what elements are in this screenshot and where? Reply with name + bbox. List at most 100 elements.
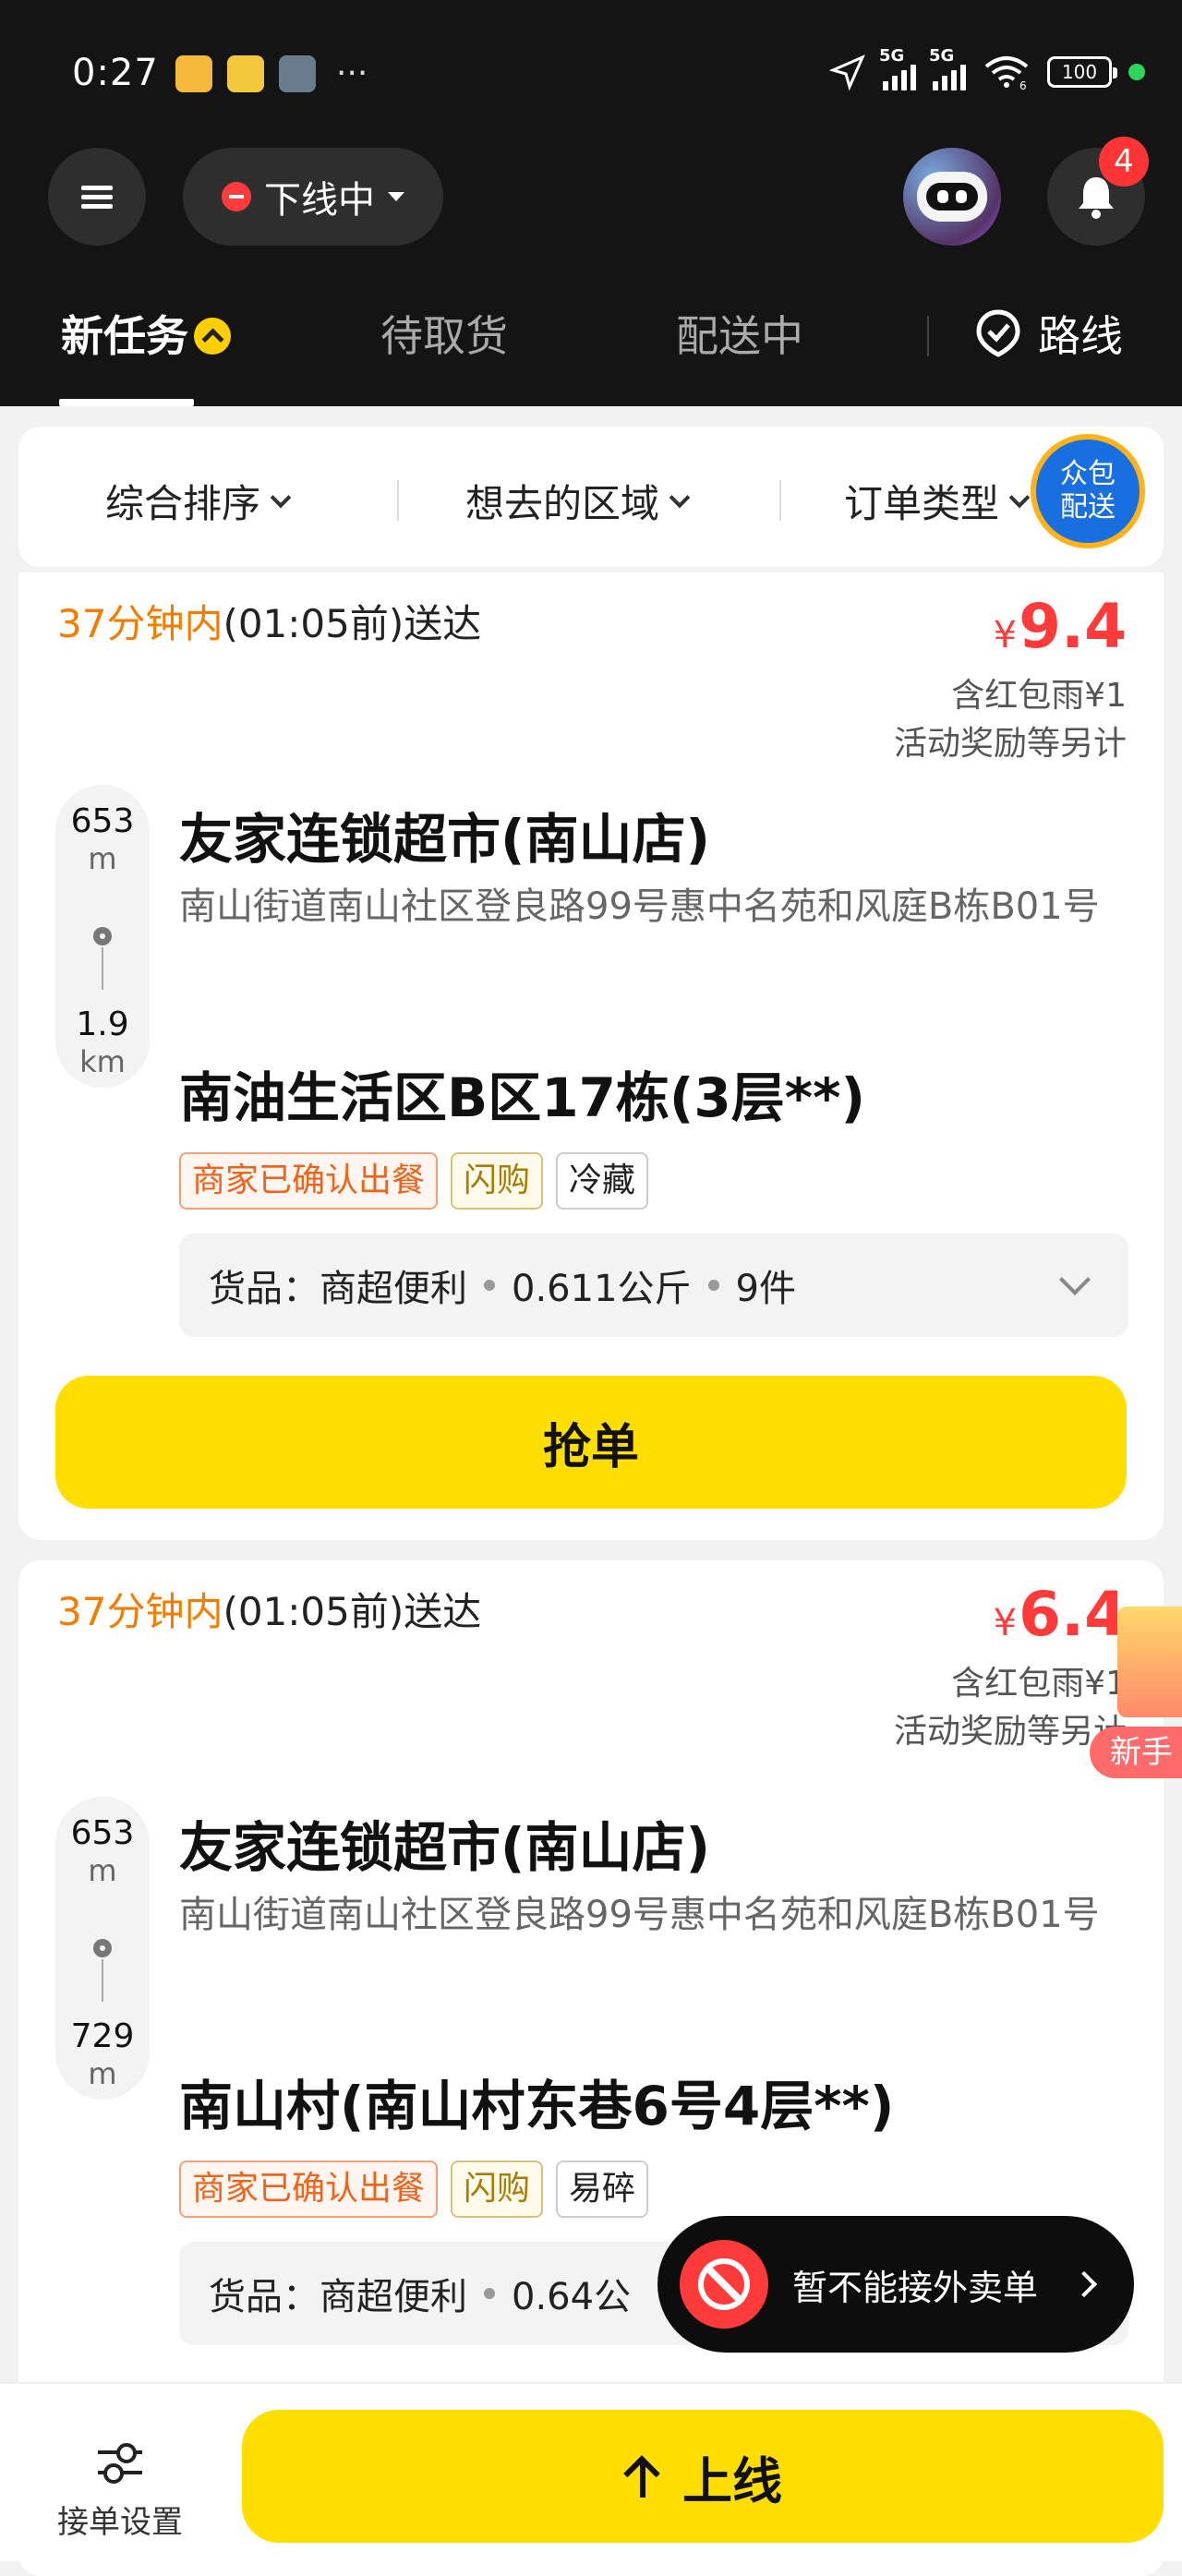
delivery-destination: 南山村(南山村东巷6号4层**): [179, 2075, 895, 2137]
red-packet-note: 含红包雨¥1: [951, 677, 1127, 715]
area-filter[interactable]: 想去的区域: [465, 473, 691, 529]
order-card[interactable]: 37分钟内(01:05前)送达 ¥9.4 含红包雨¥1 活动奖励等另计 653 m…: [18, 572, 1164, 1540]
order-settings-button[interactable]: 接单设置: [37, 2439, 203, 2542]
crowdsource-delivery-badge[interactable]: 众包 配送: [1031, 434, 1145, 548]
sort-filter[interactable]: 综合排序: [105, 473, 292, 529]
chevron-down-icon: [669, 487, 691, 508]
goods-weight: 0.611公斤: [512, 1268, 692, 1310]
status-app-icons: ···: [175, 55, 368, 92]
order-tags: 商家已确认出餐 闪购 易碎: [179, 2161, 649, 2218]
order-type-filter-label: 订单类型: [844, 481, 1000, 526]
divider: [927, 316, 929, 356]
sliders-icon: [98, 2439, 142, 2484]
bonus-note: 活动奖励等另计: [893, 725, 1127, 763]
more-notifications-icon: ···: [336, 54, 368, 92]
shop-name: 友家连锁超市(南山店): [179, 1816, 711, 1879]
order-settings-label: 接单设置: [57, 2504, 183, 2541]
menu-button[interactable]: [48, 148, 146, 246]
chevron-down-icon: [270, 487, 292, 508]
distance-to-shop: 653 m: [70, 1814, 135, 1889]
goods-weight: 0.64公: [512, 2276, 632, 2318]
crowdsource-badge-line1: 众包: [1060, 458, 1116, 490]
online-status-dropdown[interactable]: 下线中: [183, 148, 443, 246]
tools-app-icon: [279, 55, 316, 92]
toast-message: 暂不能接外卖单: [792, 2267, 1039, 2308]
shop-address: 南山街道南山社区登良路99号惠中名苑和风庭B栋B01号: [179, 885, 1100, 928]
robot-icon: [917, 172, 987, 222]
header: 下线中 4: [0, 137, 1182, 249]
delivery-app-icon: [227, 55, 264, 92]
signal-icon-2: 5G: [929, 46, 966, 90]
active-tab-indicator: [59, 399, 194, 406]
distance-to-customer: 729 m: [70, 2017, 135, 2092]
signal-icon-1: 5G: [879, 46, 916, 90]
order-type-filter[interactable]: 订单类型: [844, 473, 1031, 529]
distance-to-customer: 1.9 km: [76, 1005, 129, 1080]
waypoint-pin-icon: [93, 1939, 112, 1957]
tag-merchant-ready: 商家已确认出餐: [179, 1152, 439, 1210]
grab-order-button[interactable]: 抢单: [55, 1376, 1127, 1509]
filter-bar: 综合排序 想去的区域 订单类型: [18, 427, 1164, 567]
chevron-right-icon: [1070, 2270, 1098, 2298]
gift-icon: [1117, 1607, 1182, 1717]
arrow-up-icon: [623, 2455, 660, 2498]
distance-to-shop: 653 m: [70, 802, 135, 877]
battery-icon: 100: [1047, 56, 1117, 88]
privacy-indicator-dot: [1128, 64, 1145, 80]
prohibited-icon: [680, 2240, 768, 2329]
status-right: 5G 5G 6 100: [829, 46, 1145, 90]
newbie-label: 新手: [1090, 1727, 1182, 1778]
task-tabs: 新任务 待取货 配送中 路线: [0, 295, 1182, 406]
tab-delivering[interactable]: 配送中: [676, 303, 803, 364]
expand-chevron-icon: [1059, 1264, 1091, 1295]
wifi-icon: 6: [984, 56, 1029, 90]
separator-dot: [484, 1280, 495, 1291]
order-tags: 商家已确认出餐 闪购 冷藏: [179, 1152, 649, 1210]
tab-new-tasks[interactable]: 新任务: [61, 303, 231, 364]
tag-refrigerated: 冷藏: [556, 1152, 649, 1210]
crowdsource-badge-line2: 配送: [1060, 491, 1116, 524]
route-button[interactable]: 路线: [973, 303, 1123, 364]
notification-count-badge: 4: [1099, 137, 1149, 187]
online-status-label: 下线中: [264, 179, 375, 222]
chevron-down-icon: [1008, 487, 1031, 508]
tag-fragile: 易碎: [556, 2161, 649, 2218]
goods-category: 货品：商超便利: [209, 1268, 467, 1310]
offline-icon: [222, 182, 251, 211]
distance-indicator: 653 m 729 m: [55, 1797, 150, 2100]
delivery-destination: 南油生活区B区17栋(3层**): [179, 1066, 865, 1129]
area-filter-label: 想去的区域: [465, 481, 660, 526]
shop-name: 友家连锁超市(南山店): [179, 808, 711, 871]
route-pin-icon: [976, 309, 1020, 357]
route-line: [102, 1959, 103, 2002]
assistant-avatar-button[interactable]: [903, 148, 1001, 246]
cannot-accept-toast[interactable]: 暂不能接外卖单: [657, 2216, 1134, 2353]
sort-filter-label: 综合排序: [105, 481, 261, 526]
svg-text:6: 6: [1019, 79, 1027, 90]
go-online-button[interactable]: 上线: [242, 2410, 1164, 2543]
bottom-bar: 接单设置 上线: [0, 2382, 1182, 2561]
top-bar: 0:27 ··· 5G 5G 6 100 下线中 4 新任务 待取货 配送中 路…: [0, 0, 1182, 406]
chevron-up-icon: [194, 317, 231, 355]
tag-flash-purchase: 闪购: [451, 1152, 544, 1210]
tab-pending-pickup[interactable]: 待取货: [380, 303, 508, 364]
go-online-label: 上线: [682, 2451, 782, 2510]
location-icon: [829, 54, 865, 90]
tag-merchant-ready: 商家已确认出餐: [179, 2161, 439, 2218]
order-price: ¥9.4: [993, 591, 1127, 662]
goods-summary[interactable]: 货品：商超便利 0.611公斤 9件: [179, 1234, 1128, 1337]
tab-new-tasks-label: 新任务: [61, 311, 188, 361]
goods-category: 货品：商超便利: [209, 2276, 467, 2318]
shop-address: 南山街道南山社区登良路99号惠中名苑和风庭B栋B01号: [179, 1894, 1100, 1936]
goods-count: 9件: [735, 1268, 796, 1310]
tag-flash-purchase: 闪购: [451, 2161, 544, 2218]
notes-app-icon: [175, 55, 212, 92]
hamburger-icon: [81, 181, 113, 213]
route-label: 路线: [1038, 311, 1123, 361]
caret-down-icon: [388, 192, 404, 201]
divider: [397, 480, 399, 521]
divider: [779, 480, 781, 521]
delivery-deadline: 37分钟内(01:05前)送达: [57, 1589, 482, 1634]
status-time: 0:27: [72, 52, 159, 94]
newbie-guide-tab[interactable]: 新手: [1090, 1607, 1182, 1782]
